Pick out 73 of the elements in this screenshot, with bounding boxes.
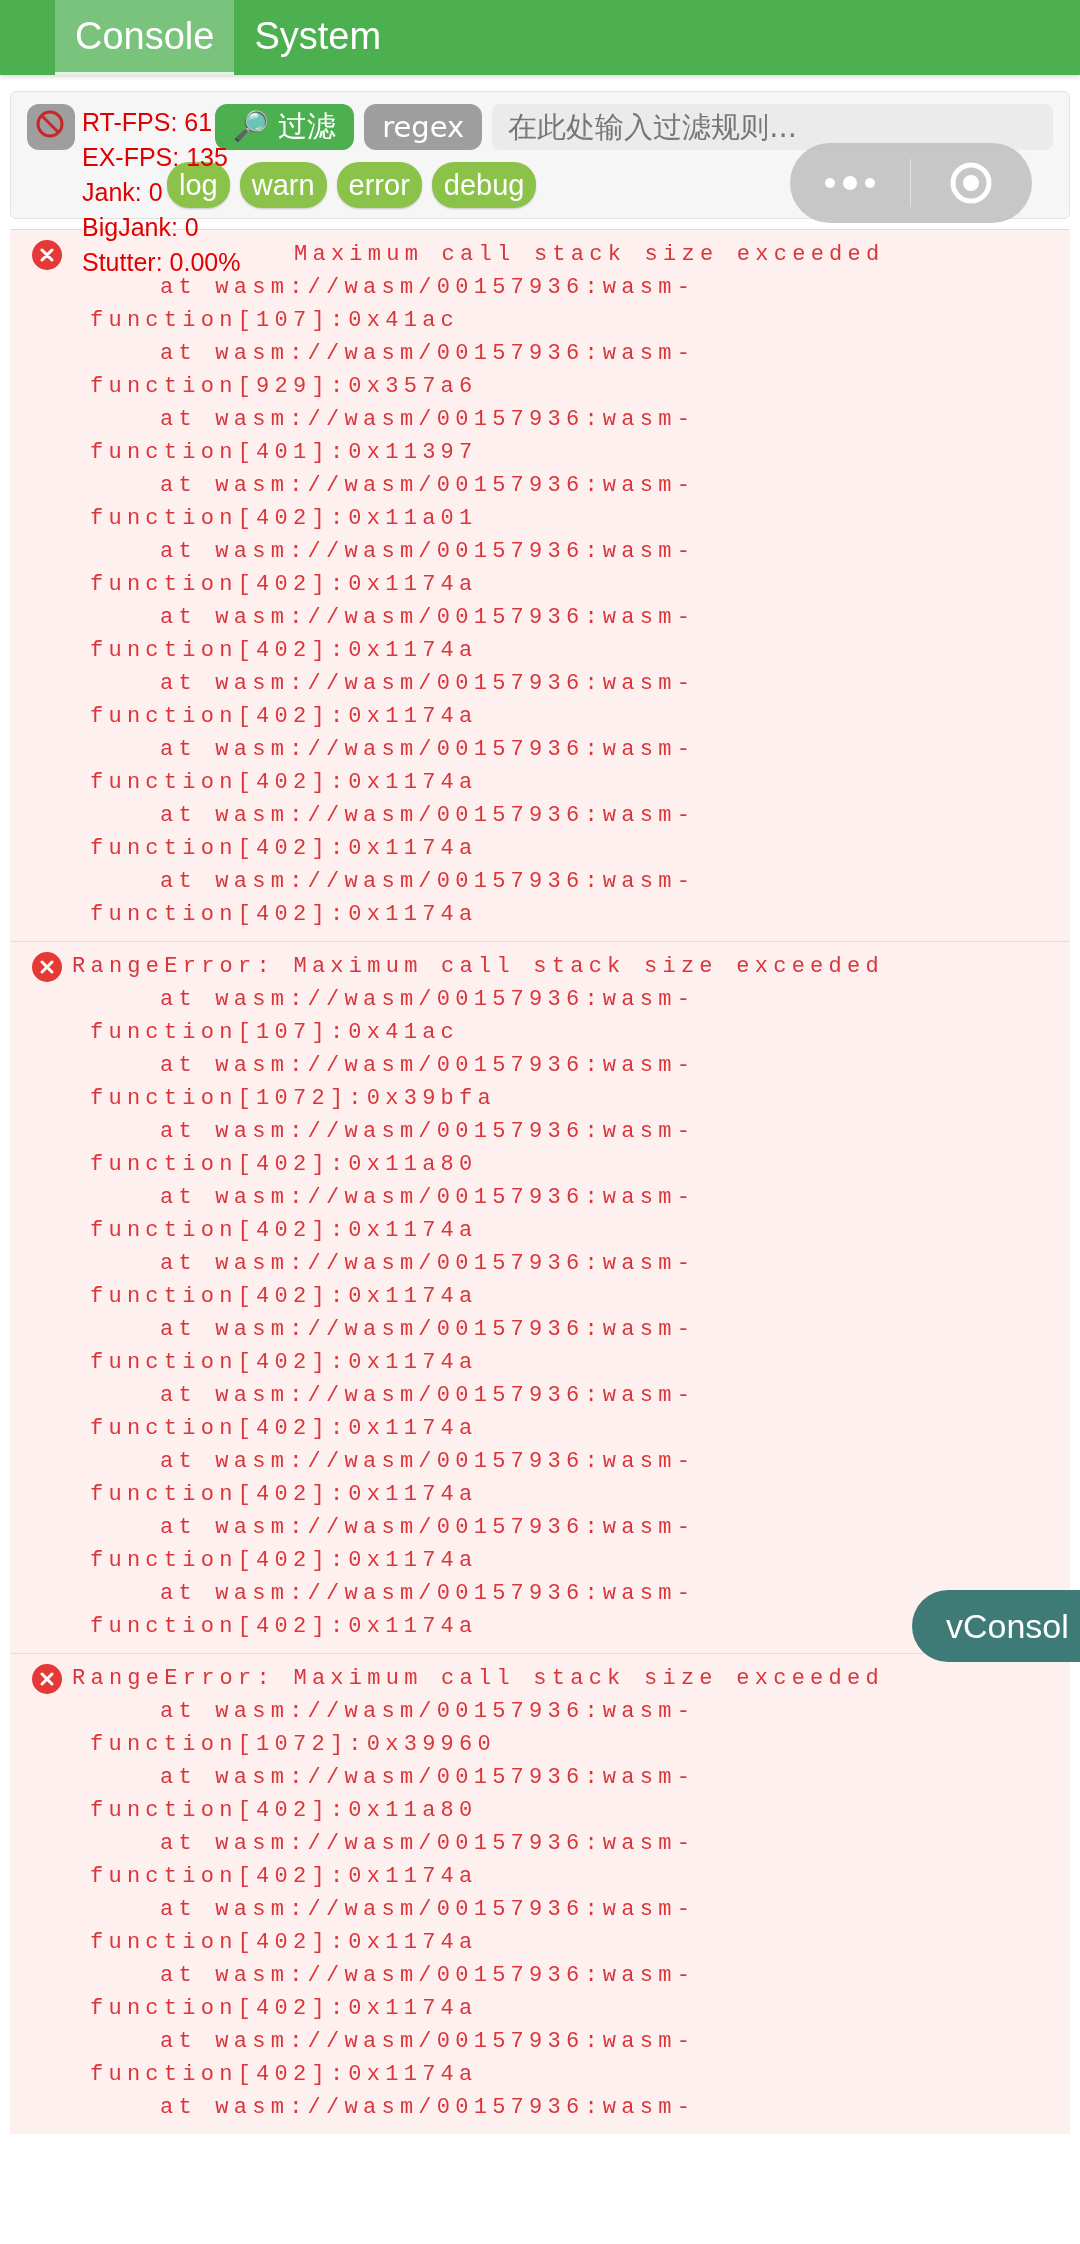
stack-frame-location: at wasm://wasm/00157936:wasm- (160, 604, 696, 632)
stack-frame-location: at wasm://wasm/00157936:wasm- (160, 868, 696, 896)
stack-frame-function: function[402]:0x1174a (90, 835, 478, 863)
filter-input[interactable]: 在此处输入过滤规则... (492, 104, 1053, 150)
stack-frame-function: function[929]:0x357a6 (90, 373, 478, 401)
stack-frame-location: at wasm://wasm/00157936:wasm- (160, 670, 696, 698)
stack-frame-location: at wasm://wasm/00157936:wasm- (160, 1382, 696, 1410)
stack-frame-function: function[402]:0x1174a (90, 1547, 478, 1575)
fps-stat: RT-FPS: 61 (82, 107, 213, 138)
tab[interactable]: System (234, 0, 402, 75)
stack-frame-function: function[402]:0x1174a (90, 2061, 478, 2089)
stack-frame-location: at wasm://wasm/00157936:wasm- (160, 802, 696, 830)
stack-frame-location: at wasm://wasm/00157936:wasm- (160, 1698, 696, 1726)
stack-frame-function: function[402]:0x11a80 (90, 1797, 478, 1825)
stack-frame-function: function[402]:0x1174a (90, 1863, 478, 1891)
stack-frame-location: at wasm://wasm/00157936:wasm- (160, 1052, 696, 1080)
stack-frame-location: at wasm://wasm/00157936:wasm- (160, 1448, 696, 1476)
stack-frame-location: at wasm://wasm/00157936:wasm- (160, 472, 696, 500)
stack-frame-function: function[402]:0x1174a (90, 571, 478, 599)
stack-frame-function: function[1072]:0x39960 (90, 1731, 496, 1759)
stack-frame-function: function[402]:0x1174a (90, 1481, 478, 1509)
stack-frame-location: at wasm://wasm/00157936:wasm- (160, 1962, 696, 1990)
stack-frame-location: at wasm://wasm/00157936:wasm- (160, 986, 696, 1014)
log-level-button[interactable]: warn (239, 162, 327, 208)
stack-frame-function: function[402]:0x1174a (90, 769, 478, 797)
stack-frame-function: function[402]:0x11a01 (90, 505, 478, 533)
stack-frame-location: at wasm://wasm/00157936:wasm- (160, 1316, 696, 1344)
stack-frame-function: function[402]:0x1174a (90, 1613, 478, 1641)
error-message: RangeError: Maximum call stack size exceeded (72, 953, 884, 981)
stack-frame-location: at wasm://wasm/00157936:wasm- (160, 1896, 696, 1924)
stack-frame-function: function[402]:0x1174a (90, 1929, 478, 1957)
stack-frame-location: at wasm://wasm/00157936:wasm- (160, 1764, 696, 1792)
ban-icon (35, 108, 65, 139)
stack-frame-location: at wasm://wasm/00157936:wasm- (160, 1184, 696, 1212)
stack-frame-function: function[402]:0x1174a (90, 1995, 478, 2023)
stack-frame-location: at wasm://wasm/00157936:wasm- (160, 1118, 696, 1146)
stack-frame-function: function[1072]:0x39bfa (90, 1085, 496, 1113)
stack-frame-location: at wasm://wasm/00157936:wasm- (160, 274, 696, 302)
stack-frame-function: function[402]:0x1174a (90, 703, 478, 731)
stack-frame-function: function[107]:0x41ac (90, 307, 460, 335)
clear-button[interactable] (27, 104, 75, 150)
stack-frame-function: function[402]:0x1174a (90, 1283, 478, 1311)
stack-frame-location: at wasm://wasm/00157936:wasm- (160, 1580, 696, 1608)
fps-stat: Stutter: 0.00% (82, 247, 241, 277)
error-message: RangeError: Maximum call stack size exceeded (72, 1665, 884, 1693)
stack-frame-function: function[402]:0x1174a (90, 1415, 478, 1443)
log-level-button[interactable]: error (336, 162, 422, 208)
stack-frame-location: at wasm://wasm/00157936:wasm- (160, 1830, 696, 1858)
stack-frame-location: at wasm://wasm/00157936:wasm- (160, 538, 696, 566)
stack-frame-location: at wasm://wasm/00157936:wasm- (160, 2028, 696, 2056)
tab[interactable]: Console (55, 0, 235, 75)
stack-frame-location: at wasm://wasm/00157936:wasm- (160, 340, 696, 368)
stack-frame-function: function[402]:0x1174a (90, 901, 478, 929)
stack-frame-location: at wasm://wasm/00157936:wasm- (160, 2094, 696, 2122)
stack-frame-function: function[402]:0x1174a (90, 1349, 478, 1377)
fps-stat: BigJank: 0 (82, 212, 199, 243)
fps-stat: Jank: 0 (82, 177, 163, 208)
stack-frame-location: at wasm://wasm/00157936:wasm- (160, 1250, 696, 1278)
regex-button[interactable]: regex (364, 104, 483, 150)
stack-frame-function: function[402]:0x11a80 (90, 1151, 478, 1179)
error-icon (32, 951, 62, 982)
log-level-button[interactable]: debug (431, 162, 537, 208)
stack-frame-function: function[401]:0x11397 (90, 439, 478, 467)
stack-frame-function: function[107]:0x41ac (90, 1019, 460, 1047)
stack-frame-function: function[402]:0x1174a (90, 637, 478, 665)
stack-frame-function: function[402]:0x1174a (90, 1217, 478, 1245)
error-icon (32, 1663, 62, 1694)
stack-frame-location: at wasm://wasm/00157936:wasm- (160, 736, 696, 764)
error-message: Maximum call stack size exceeded (294, 241, 885, 269)
stack-frame-location: at wasm://wasm/00157936:wasm- (160, 1514, 696, 1542)
error-icon (32, 239, 62, 270)
vconsole-button[interactable]: vConsol (912, 1590, 1080, 1662)
stack-frame-location: at wasm://wasm/00157936:wasm- (160, 406, 696, 434)
